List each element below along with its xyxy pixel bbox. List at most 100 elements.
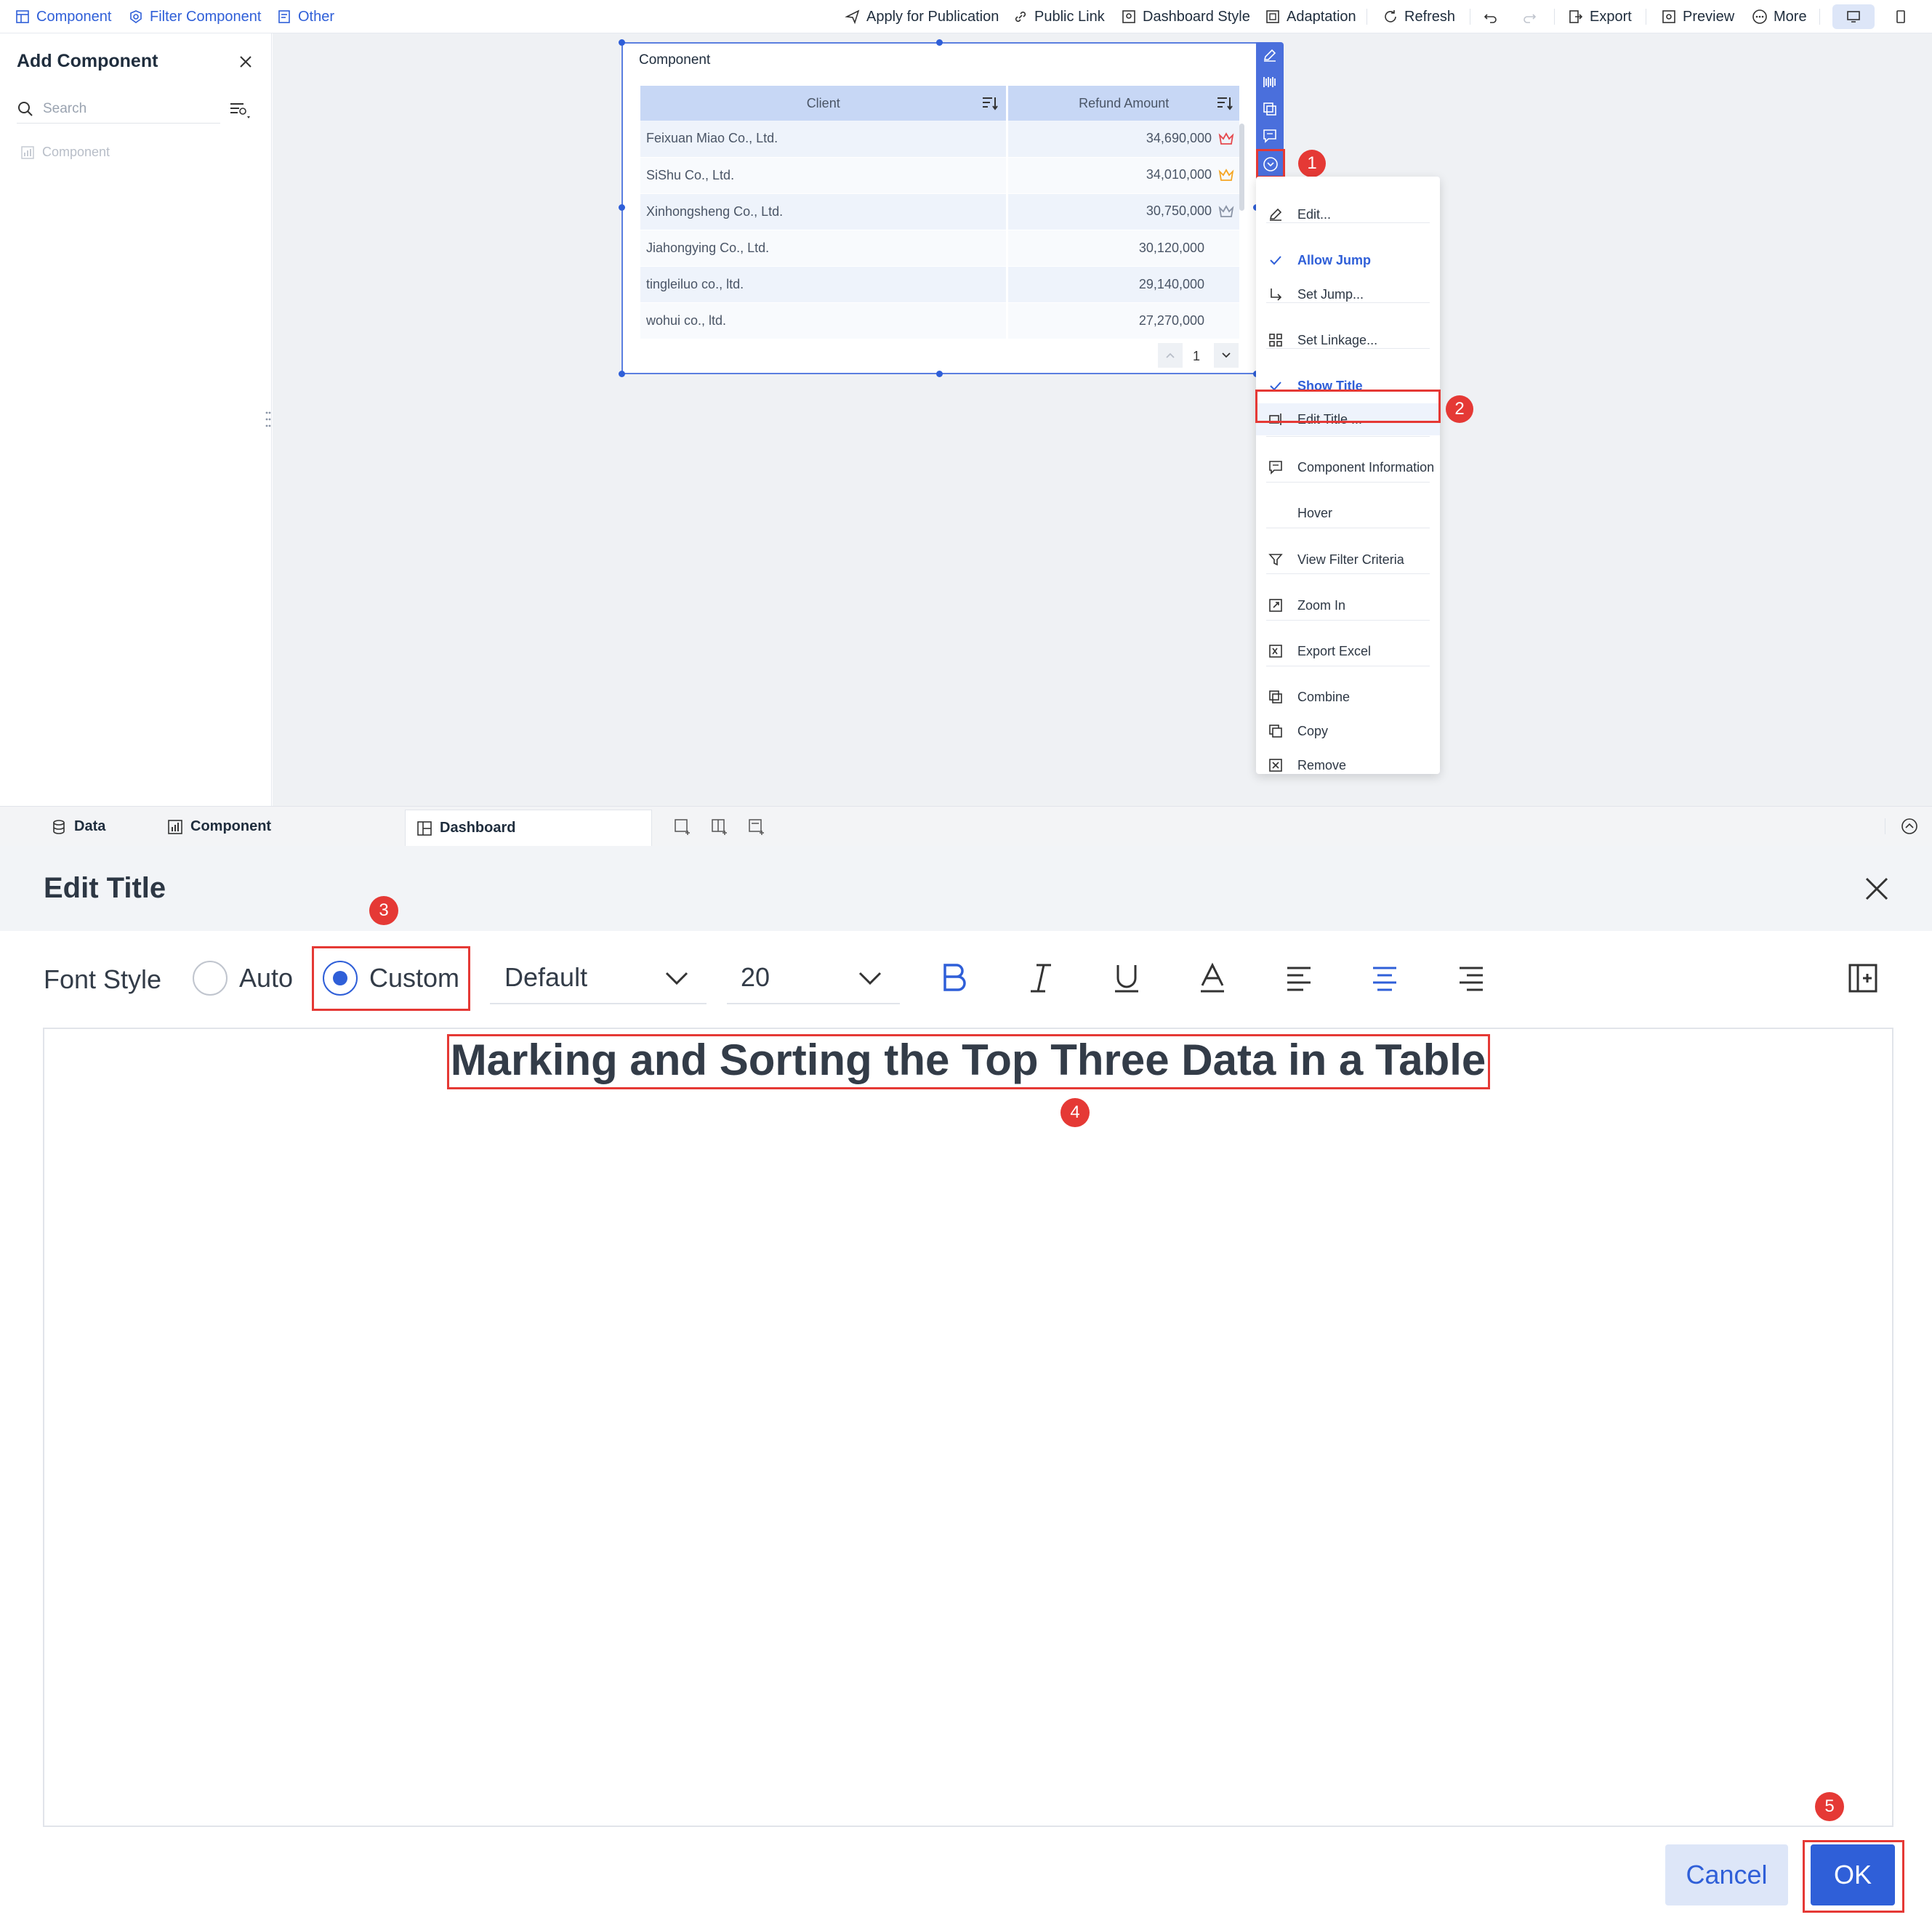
- menu-item-label: View Filter Criteria: [1297, 552, 1404, 567]
- menu-item-set-jump[interactable]: Set Jump...: [1256, 278, 1440, 310]
- resize-handle[interactable]: [936, 371, 943, 377]
- font-color-button[interactable]: [1198, 962, 1227, 994]
- apply-publication-button[interactable]: Apply for Publication: [845, 0, 999, 33]
- underline-button[interactable]: [1112, 962, 1141, 994]
- resize-handle[interactable]: [619, 39, 625, 46]
- component-menu-button[interactable]: Component: [15, 0, 111, 33]
- radio-circle: [193, 961, 228, 996]
- undo-button[interactable]: [1483, 0, 1499, 33]
- filter-sort-button[interactable]: [229, 100, 252, 122]
- bold-button[interactable]: [939, 962, 968, 994]
- title-editor[interactable]: Marking and Sorting the Top Three Data i…: [43, 1028, 1893, 1827]
- amount-value: 34,010,000: [1146, 166, 1212, 182]
- auto-radio[interactable]: Auto: [193, 961, 293, 996]
- close-panel-button[interactable]: [237, 53, 254, 70]
- component-tree-item[interactable]: Component: [20, 145, 110, 160]
- menu-item-export-excel[interactable]: Export Excel: [1256, 635, 1440, 667]
- comment-button[interactable]: [1262, 128, 1278, 144]
- add-story-button[interactable]: [748, 818, 765, 836]
- refresh-button[interactable]: Refresh: [1382, 0, 1455, 33]
- menu-item-set-linkage[interactable]: Set Linkage...: [1256, 324, 1440, 356]
- tab-data[interactable]: Data: [51, 807, 105, 847]
- filter-component-button[interactable]: Filter Component: [128, 0, 261, 33]
- comment-icon: [1263, 129, 1276, 143]
- redo-button[interactable]: [1521, 0, 1537, 33]
- edit-widget-button[interactable]: [1262, 47, 1278, 63]
- other-button[interactable]: Other: [276, 0, 334, 33]
- table-row[interactable]: tingleiluo co., ltd. 29,140,000: [640, 266, 1241, 303]
- menu-item-component-information[interactable]: Component Information: [1256, 451, 1440, 483]
- menu-item-label: Hover: [1297, 505, 1333, 520]
- page-down-button[interactable]: [1214, 343, 1239, 368]
- panel-resize-handle[interactable]: [265, 411, 271, 428]
- table-scrollbar[interactable]: [1239, 124, 1244, 211]
- align-center-button[interactable]: [1370, 962, 1399, 994]
- adaptation-label: Adaptation: [1287, 8, 1356, 25]
- menu-item-copy[interactable]: Copy: [1256, 715, 1440, 747]
- dashboard-icon: [417, 820, 432, 836]
- page-up-button[interactable]: [1158, 343, 1183, 368]
- tab-component[interactable]: Component: [167, 807, 271, 847]
- collapse-tabbar-button[interactable]: [1901, 818, 1918, 835]
- public-link-label: Public Link: [1034, 8, 1105, 25]
- resize-handle[interactable]: [619, 371, 625, 377]
- refresh-icon: [1385, 10, 1396, 23]
- dashboard-style-button[interactable]: Dashboard Style: [1121, 0, 1250, 33]
- column-header-client[interactable]: Client: [640, 86, 1009, 121]
- mobile-view-button[interactable]: [1888, 4, 1913, 29]
- desktop-view-button[interactable]: [1832, 4, 1875, 29]
- more-button[interactable]: More: [1752, 0, 1807, 33]
- table-row[interactable]: wohui co., ltd. 27,270,000: [640, 302, 1241, 339]
- public-link-button[interactable]: Public Link: [1013, 0, 1105, 33]
- client-cell: Xinhongsheng Co., Ltd.: [640, 193, 1009, 230]
- menu-item-combine[interactable]: Combine: [1256, 681, 1440, 713]
- preview-button[interactable]: Preview: [1661, 0, 1734, 33]
- duplicate-widget-button[interactable]: [1262, 101, 1278, 117]
- resize-handle[interactable]: [936, 39, 943, 46]
- sort-icon[interactable]: [981, 95, 999, 111]
- table-body: Feixuan Miao Co., Ltd. 34,690,000 SiShu Co…: [640, 121, 1241, 339]
- close-dialog-button[interactable]: [1863, 875, 1891, 903]
- column-header-refund-amount[interactable]: Refund Amount: [1007, 86, 1241, 121]
- font-family-select[interactable]: Default: [490, 952, 707, 1004]
- menu-item-hover[interactable]: Hover: [1256, 497, 1440, 529]
- filter-component-label: Filter Component: [150, 8, 262, 25]
- bold-icon: [943, 964, 966, 991]
- menu-item-zoom-in[interactable]: Zoom In: [1256, 589, 1440, 621]
- export-button[interactable]: Export: [1568, 0, 1632, 33]
- sort-icon[interactable]: [1216, 95, 1233, 111]
- font-size-select[interactable]: 20: [727, 952, 900, 1004]
- align-right-button[interactable]: [1457, 962, 1486, 994]
- tab-label: Dashboard: [440, 820, 516, 836]
- table-row[interactable]: SiShu Co., Ltd. 34,010,000: [640, 157, 1241, 194]
- add-dashboard-button[interactable]: [674, 818, 691, 836]
- menu-item-edit[interactable]: Edit...: [1256, 198, 1440, 230]
- menu-divider: [1266, 573, 1430, 574]
- bottom-tab-bar: Data Component Dashboard: [0, 806, 1932, 846]
- crown-icon: [1218, 169, 1234, 182]
- data-table: Client Refund Amount Feixuan Miao Co., L…: [640, 86, 1241, 339]
- chevron-down-icon: [1222, 352, 1231, 358]
- add-report-button[interactable]: [711, 818, 728, 836]
- search-input[interactable]: Search: [17, 94, 220, 124]
- add-component-panel: Add Component Search Component: [0, 33, 272, 806]
- tab-dashboard[interactable]: Dashboard: [405, 810, 652, 846]
- menu-item-remove[interactable]: Remove: [1256, 749, 1440, 781]
- insert-field-button[interactable]: [1848, 962, 1878, 994]
- menu-item-label: Copy: [1297, 723, 1329, 738]
- align-left-button[interactable]: [1284, 962, 1313, 994]
- cancel-button[interactable]: Cancel: [1665, 1844, 1788, 1905]
- menu-item-allow-jump[interactable]: Allow Jump: [1256, 244, 1440, 276]
- adaptation-button[interactable]: Adaptation: [1265, 0, 1356, 33]
- align-right-icon: [1460, 967, 1483, 991]
- table-row[interactable]: Xinhongsheng Co., Ltd. 30,750,000: [640, 193, 1241, 230]
- table-row[interactable]: Jiahongying Co., Ltd. 30,120,000: [640, 230, 1241, 267]
- italic-button[interactable]: [1026, 962, 1055, 994]
- table-row[interactable]: Feixuan Miao Co., Ltd. 34,690,000: [640, 121, 1241, 158]
- data-config-button[interactable]: [1262, 74, 1278, 90]
- resize-handle[interactable]: [619, 204, 625, 211]
- menu-item-view-filter-criteria[interactable]: View Filter Criteria: [1256, 544, 1440, 576]
- table-widget[interactable]: Component Client Refund Amount Feixuan M…: [621, 42, 1258, 374]
- menu-item-label: Zoom In: [1297, 597, 1346, 613]
- menu-divider: [1266, 620, 1430, 621]
